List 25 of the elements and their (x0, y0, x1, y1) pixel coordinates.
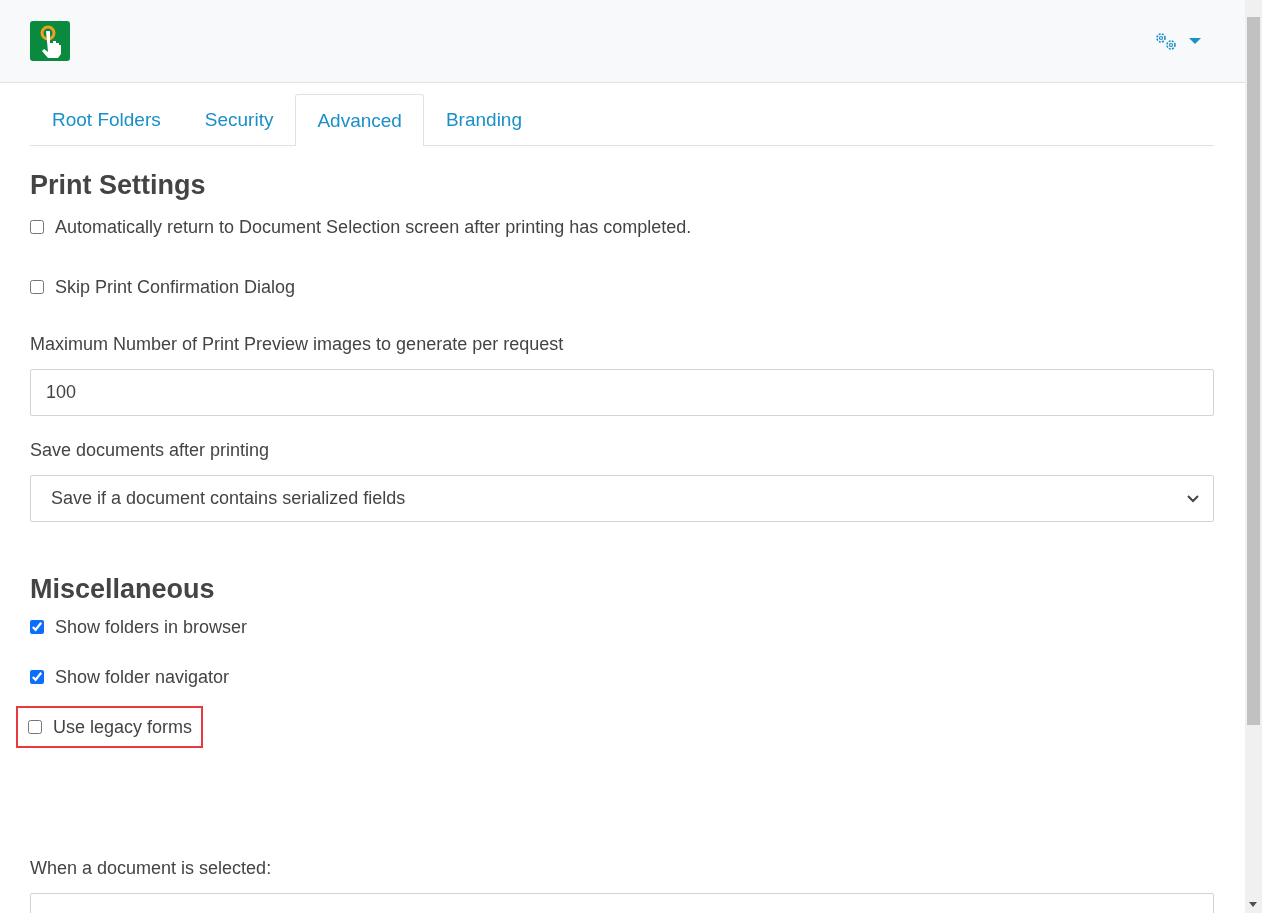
chevron-down-icon (1187, 494, 1199, 503)
select-dropdown[interactable]: Save if a document contains serialized fields (30, 475, 1214, 522)
settings-dropdown-button[interactable] (1153, 30, 1201, 52)
tab[interactable]: Advanced (295, 94, 424, 146)
tab[interactable]: Security (182, 94, 296, 145)
tab[interactable]: Root Folders (30, 94, 183, 145)
checkbox[interactable] (30, 280, 44, 294)
input-field[interactable]: 100 (30, 369, 1214, 416)
checkbox[interactable] (30, 620, 44, 634)
section-heading: Miscellaneous (30, 574, 216, 604)
checkbox-label: Show folder navigator (55, 666, 230, 688)
hand-pointer-logo-icon[interactable] (30, 21, 70, 61)
checkbox-label: Use legacy forms (53, 716, 193, 738)
checkbox-label: Skip Print Confirmation Dialog (55, 276, 296, 298)
field-label: Save documents after printing (30, 440, 271, 461)
checkbox[interactable] (30, 670, 44, 684)
tab[interactable]: Branding (423, 94, 544, 145)
checkbox[interactable] (28, 720, 42, 734)
section-heading: Print Settings (30, 170, 207, 200)
checkbox-label: Automatically return to Document Selection screen after printing has completed. (55, 216, 692, 238)
field-label: Maximum Number of Print Preview images to generate per request (30, 334, 565, 355)
field-label: When a document is selected: (30, 858, 273, 879)
checkbox[interactable] (30, 220, 44, 234)
checkbox-label: Show folders in browser (55, 616, 248, 638)
scrollbar[interactable] (1245, 0, 1262, 913)
